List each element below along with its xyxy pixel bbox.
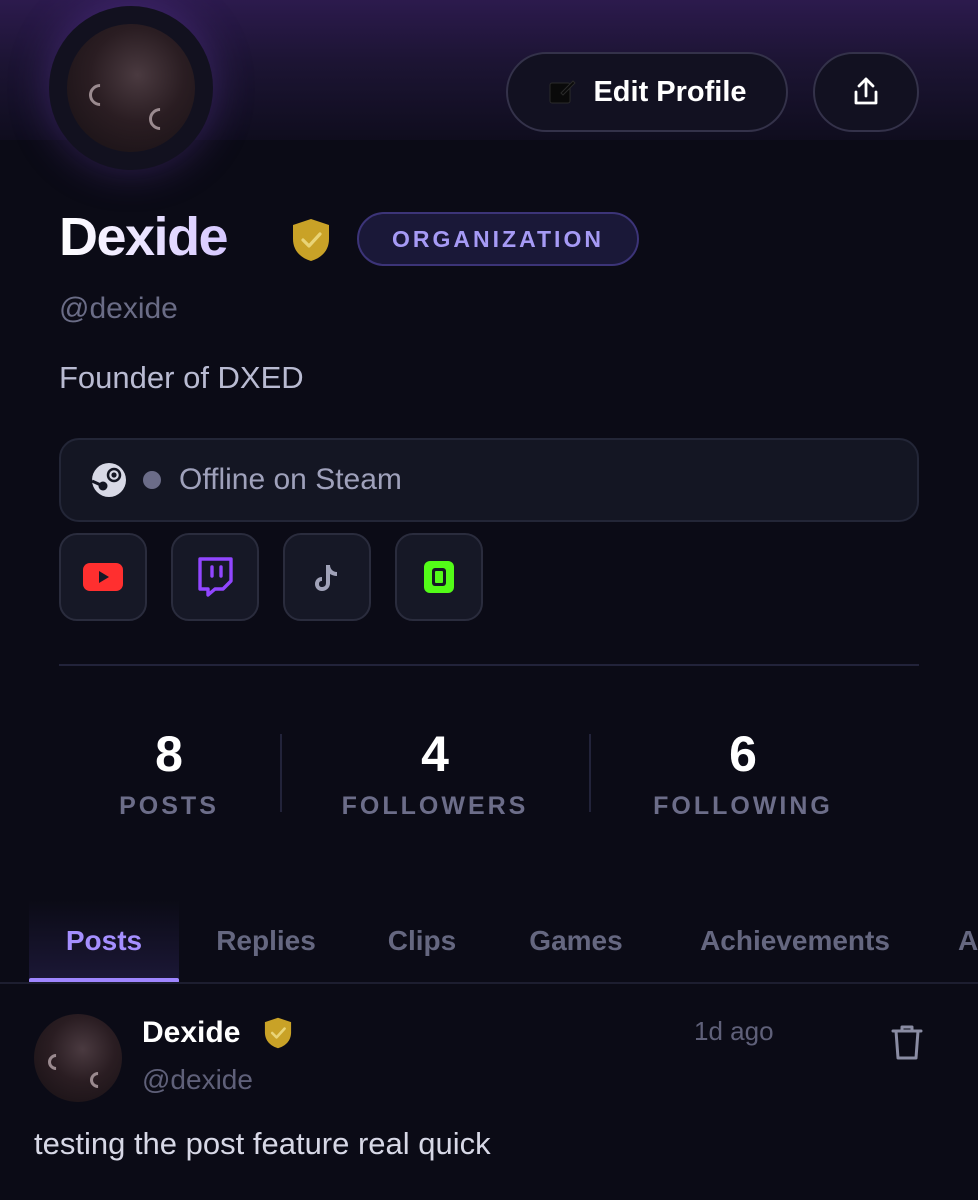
stat-separator bbox=[280, 734, 282, 812]
stat-label: POSTS bbox=[119, 792, 219, 820]
stat-label: FOLLOWERS bbox=[341, 792, 529, 820]
post-body: testing the post feature real quick bbox=[34, 1126, 491, 1161]
tab-games[interactable]: Games bbox=[512, 900, 640, 982]
edit-profile-label: Edit Profile bbox=[593, 75, 747, 108]
post-author-avatar[interactable] bbox=[34, 1014, 122, 1102]
stat-separator bbox=[589, 734, 591, 812]
steam-status-text: Offline on Steam bbox=[179, 463, 402, 496]
stat-label: FOLLOWING bbox=[653, 792, 833, 820]
profile-bio: Founder of DXED bbox=[59, 360, 304, 395]
stat-followers[interactable]: 4 FOLLOWERS bbox=[330, 724, 540, 821]
tab-posts[interactable]: Posts bbox=[29, 900, 179, 982]
tiktok-link[interactable] bbox=[283, 533, 371, 621]
youtube-icon bbox=[83, 563, 123, 591]
avatar[interactable] bbox=[67, 24, 195, 152]
verified-badge-icon bbox=[293, 219, 329, 261]
tabs-divider bbox=[0, 982, 978, 984]
share-button[interactable] bbox=[813, 52, 919, 132]
organization-badge: ORGANIZATION bbox=[357, 212, 639, 266]
avatar-detail bbox=[44, 1050, 68, 1074]
post-timestamp: 1d ago bbox=[694, 1016, 774, 1046]
profile-name: Dexide bbox=[59, 207, 229, 267]
youtube-link[interactable] bbox=[59, 533, 147, 621]
stat-value: 8 bbox=[155, 726, 183, 782]
section-divider bbox=[59, 664, 919, 666]
post-author-name[interactable]: Dexide bbox=[142, 1016, 240, 1050]
avatar-detail bbox=[86, 1068, 110, 1092]
edit-profile-button[interactable]: Edit Profile bbox=[506, 52, 788, 132]
tiktok-icon bbox=[315, 565, 337, 591]
verified-badge-icon bbox=[264, 1017, 292, 1049]
pencil-icon bbox=[549, 80, 577, 104]
steam-status-card[interactable]: Offline on Steam bbox=[59, 438, 919, 522]
share-icon bbox=[854, 77, 878, 105]
avatar-detail bbox=[84, 79, 116, 111]
steam-icon bbox=[91, 463, 126, 497]
kick-link[interactable] bbox=[395, 533, 483, 621]
stat-posts[interactable]: 8 POSTS bbox=[100, 724, 238, 821]
tab-achievements[interactable]: Achievements bbox=[684, 900, 906, 982]
kick-icon bbox=[424, 561, 454, 593]
stat-value: 4 bbox=[421, 726, 449, 782]
status-dot bbox=[143, 471, 161, 489]
profile-handle: @dexide bbox=[59, 292, 178, 325]
twitch-link[interactable] bbox=[171, 533, 259, 621]
tab-clips[interactable]: Clips bbox=[372, 900, 472, 982]
post-author-handle: @dexide bbox=[142, 1064, 253, 1095]
avatar-detail bbox=[144, 103, 176, 135]
stat-value: 6 bbox=[729, 726, 757, 782]
tab-overflow[interactable]: A bbox=[958, 900, 978, 982]
stat-following[interactable]: 6 FOLLOWING bbox=[638, 724, 848, 821]
tab-replies[interactable]: Replies bbox=[198, 900, 334, 982]
twitch-icon bbox=[198, 557, 233, 597]
trash-icon[interactable] bbox=[888, 1022, 926, 1062]
